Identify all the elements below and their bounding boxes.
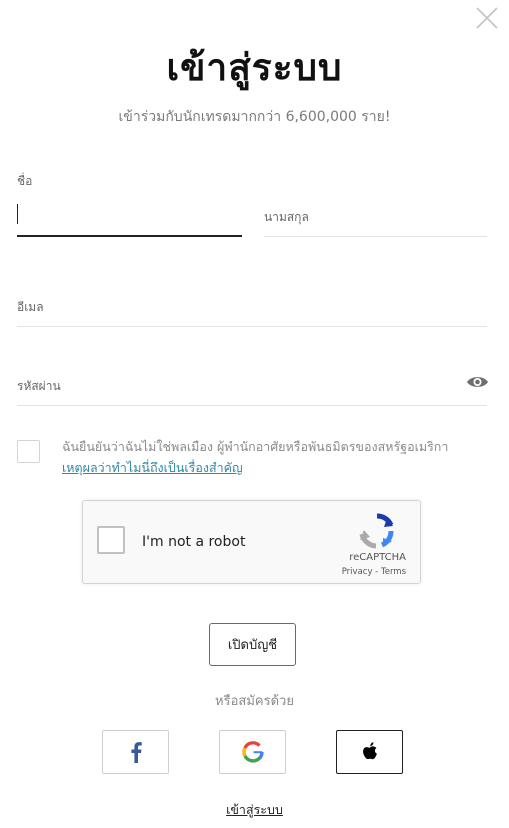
page-title: เข้าสู่ระบบ — [166, 46, 343, 89]
email-field[interactable]: อีเมล — [17, 298, 44, 317]
recaptcha-privacy-link[interactable]: Privacy — [342, 567, 373, 577]
open-account-button[interactable]: เปิดบัญชี — [209, 623, 296, 666]
password-field[interactable]: รหัสผ่าน — [17, 377, 61, 396]
us-declaration-text: ฉันยืนยันว่าฉันไม่ใช่พลเมือง ผู้พำนักอาศ… — [62, 439, 449, 454]
recaptcha-widget: I'm not a robot reCAPTCHA Privacy - Term… — [82, 500, 421, 584]
recaptcha-terms: Privacy - Terms — [342, 567, 406, 577]
first-name-field[interactable] — [17, 204, 18, 224]
us-declaration-checkbox[interactable] — [17, 440, 40, 463]
close-icon — [476, 7, 498, 29]
last-name-underline — [264, 236, 487, 237]
eye-icon — [467, 377, 488, 387]
why-important-link[interactable]: เหตุผลว่าทำไมนี่ถึงเป็นเรื่องสำคัญ — [62, 458, 243, 478]
first-name-underline — [17, 235, 242, 237]
first-name-label: ชื่อ — [17, 174, 33, 188]
recaptcha-checkbox[interactable] — [97, 526, 125, 554]
email-underline — [17, 326, 487, 327]
recaptcha-label: I'm not a robot — [142, 534, 246, 550]
last-name-field[interactable]: นามสกุล — [264, 208, 309, 227]
close-button[interactable] — [475, 6, 499, 30]
or-register-with-text: หรือสมัครด้วย — [215, 694, 294, 709]
google-signup-button[interactable] — [219, 730, 286, 774]
page-subtitle: เข้าร่วมกับนักเทรดมากกว่า 6,600,000 ราย! — [118, 109, 391, 125]
show-password-button[interactable] — [466, 374, 489, 394]
facebook-icon — [130, 742, 142, 763]
login-link[interactable]: เข้าสู่ระบบ — [0, 800, 509, 820]
recaptcha-brand: reCAPTCHA — [349, 552, 406, 563]
google-icon — [241, 741, 264, 763]
apple-icon — [362, 741, 377, 759]
apple-signup-button[interactable] — [336, 730, 403, 774]
recaptcha-terms-link[interactable]: Terms — [381, 567, 406, 577]
password-underline — [17, 405, 487, 406]
recaptcha-logo-icon — [359, 513, 394, 549]
recaptcha-separator: - — [372, 567, 381, 577]
facebook-signup-button[interactable] — [102, 730, 169, 774]
